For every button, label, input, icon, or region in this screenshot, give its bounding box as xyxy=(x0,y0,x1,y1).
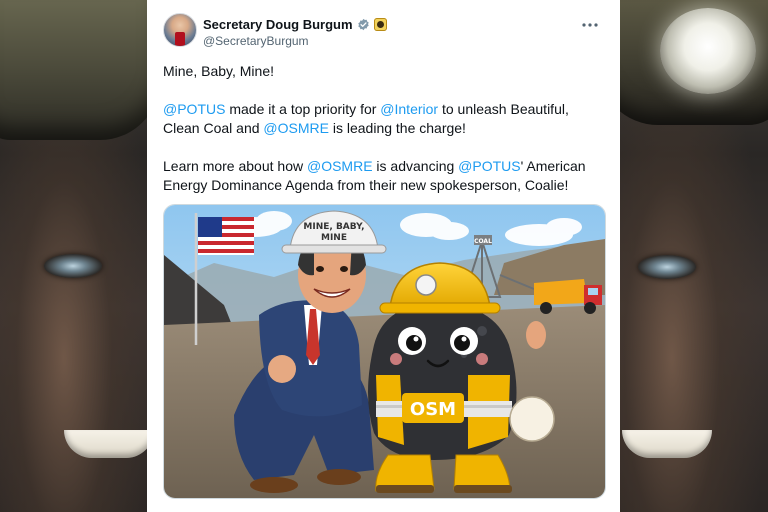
background-photo-left xyxy=(0,0,160,512)
author-handle[interactable]: @SecretaryBurgum xyxy=(203,34,309,48)
miner-helmet-left xyxy=(0,0,160,140)
miner-eye-left xyxy=(44,254,102,278)
tweet-text-segment: made it a top priority for xyxy=(225,101,381,117)
tweet-text-segment: Learn more about how xyxy=(163,158,307,174)
helmet-text-line-1: MINE, BABY, xyxy=(303,222,364,232)
mention-interior[interactable]: @Interior xyxy=(380,101,438,117)
tweet-text-segment: is advancing xyxy=(372,158,459,174)
background-photo-right xyxy=(608,0,768,512)
mention-osmre[interactable]: @OSMRE xyxy=(307,158,373,174)
illustration: COAL MINE, BABY, MINE OSM xyxy=(164,205,605,498)
author-display-name[interactable]: Secretary Doug Burgum xyxy=(203,17,353,32)
author-name-row: Secretary Doug Burgum xyxy=(203,15,387,33)
tweet-media-image[interactable]: COAL MINE, BABY, MINE OSM xyxy=(163,204,606,499)
miner-eye-right xyxy=(638,255,696,279)
miner-smile-right xyxy=(622,430,712,458)
more-options-icon[interactable] xyxy=(580,17,600,33)
silo-label: COAL xyxy=(474,238,492,245)
author-avatar[interactable] xyxy=(163,13,197,47)
mention-osmre[interactable]: @OSMRE xyxy=(263,120,329,136)
screen: Secretary Doug Burgum @SecretaryBurgum M… xyxy=(0,0,768,512)
tweet-body: Mine, Baby, Mine! @POTUS made it a top p… xyxy=(163,62,603,214)
mention-potus[interactable]: @POTUS xyxy=(163,101,225,117)
department-seal-icon xyxy=(373,17,387,31)
miner-smile-left xyxy=(64,430,154,458)
mention-potus[interactable]: @POTUS xyxy=(458,158,520,174)
helmet-text-line-2: MINE xyxy=(321,233,347,243)
tweet-text-segment: Mine, Baby, Mine! xyxy=(163,63,275,79)
tweet-header: Secretary Doug Burgum @SecretaryBurgum xyxy=(147,0,620,58)
headlamp xyxy=(660,8,756,94)
tweet-paragraph-1: Mine, Baby, Mine! xyxy=(163,62,603,81)
tweet-paragraph-3: Learn more about how @OSMRE is advancing… xyxy=(163,157,603,195)
tweet-paragraph-2: @POTUS made it a top priority for @Inter… xyxy=(163,100,603,138)
tweet-card: Secretary Doug Burgum @SecretaryBurgum M… xyxy=(147,0,620,512)
verified-badge-icon xyxy=(357,18,370,31)
vest-label: OSM xyxy=(410,399,456,420)
tweet-text-segment: is leading the charge! xyxy=(328,120,466,136)
